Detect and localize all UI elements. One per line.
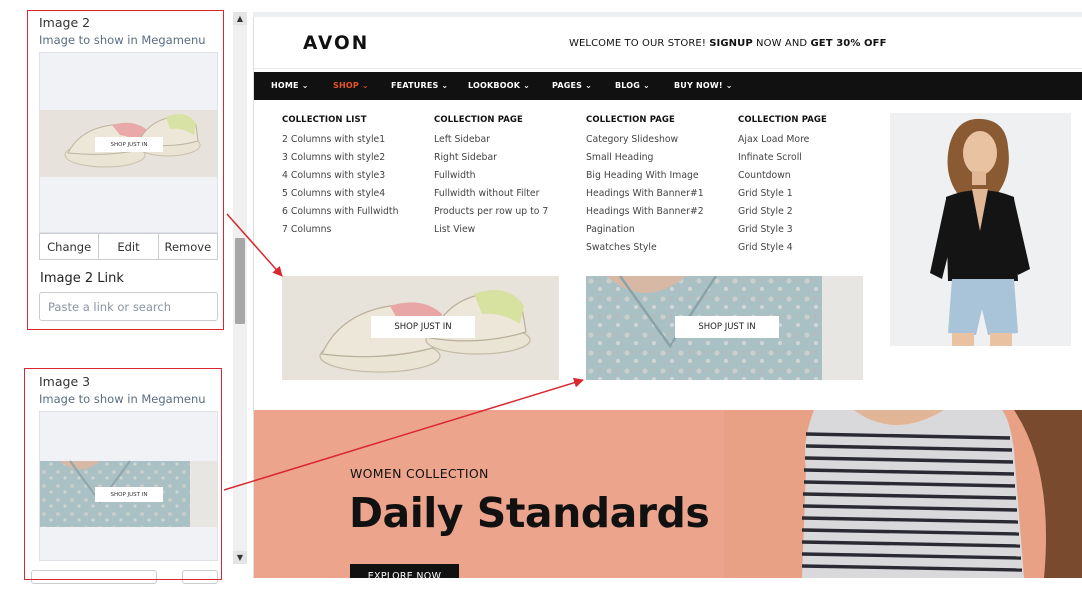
menu-link[interactable]: Products per row up to 7: [434, 206, 548, 224]
scroll-up-arrow-icon[interactable]: ▲: [233, 12, 247, 25]
edit-button[interactable]: Edit: [99, 234, 159, 259]
explore-now-button[interactable]: EXPLORE NOW: [350, 564, 459, 578]
main-nav: HOME ⌄ SHOP ⌄ FEATURES ⌄ LOOKBOOK ⌄ PAGE…: [254, 72, 1082, 100]
promo-sneakers[interactable]: SHOP JUST IN: [282, 276, 559, 380]
image2-thumbnail[interactable]: SHOP JUST IN: [39, 52, 218, 233]
welcome-text: WELCOME TO OUR STORE!: [569, 38, 710, 49]
welcome-banner: WELCOME TO OUR STORE! SIGNUP NOW AND GET…: [569, 38, 887, 49]
image2-link-input[interactable]: [39, 292, 218, 321]
image3-action-stub[interactable]: [31, 570, 157, 584]
nav-blog[interactable]: BLOG ⌄: [615, 81, 650, 90]
header-divider: [254, 68, 1082, 69]
column-title: COLLECTION PAGE: [738, 115, 827, 125]
image3-thumb-button: SHOP JUST IN: [110, 491, 148, 498]
column-title: COLLECTION PAGE: [586, 115, 675, 125]
nav-buy-now[interactable]: BUY NOW! ⌄: [674, 81, 733, 90]
scroll-thumb[interactable]: [235, 238, 245, 324]
menu-link[interactable]: Ajax Load More: [738, 134, 827, 152]
column-title: COLLECTION LIST: [282, 115, 367, 125]
signup-link[interactable]: SIGNUP: [709, 38, 753, 49]
nav-lookbook[interactable]: LOOKBOOK ⌄: [468, 81, 530, 90]
store-preview: AVON WELCOME TO OUR STORE! SIGNUP NOW AN…: [253, 17, 1082, 578]
image2-label: Image 2: [39, 15, 91, 30]
menu-link[interactable]: Left Sidebar: [434, 134, 548, 152]
megamenu-column-2: COLLECTION PAGE Left Sidebar Right Sideb…: [434, 115, 548, 242]
menu-link[interactable]: Fullwidth without Filter: [434, 188, 548, 206]
image2-thumb-button: SHOP JUST IN: [110, 141, 148, 148]
menu-link[interactable]: Category Slideshow: [586, 134, 704, 152]
image2-sublabel: Image to show in Megamenu: [39, 33, 206, 47]
nav-home[interactable]: HOME ⌄: [271, 81, 309, 90]
menu-link[interactable]: Fullwidth: [434, 170, 548, 188]
shop-just-in-button[interactable]: SHOP JUST IN: [371, 316, 475, 338]
scroll-down-arrow-icon[interactable]: ▼: [233, 551, 247, 564]
model-illustration: [890, 113, 1071, 346]
promo-floral[interactable]: SHOP JUST IN: [586, 276, 863, 380]
image3-sublabel: Image to show in Megamenu: [39, 392, 206, 406]
menu-link[interactable]: Pagination: [586, 224, 704, 242]
hero-banner: WOMEN COLLECTION Daily Standards EXPLORE…: [254, 410, 1082, 578]
menu-link[interactable]: 4 Columns with style3: [282, 170, 398, 188]
welcome-mid-text: NOW AND: [752, 38, 811, 49]
offer-text: GET 30% OFF: [810, 38, 887, 49]
menu-link[interactable]: Headings With Banner#2: [586, 206, 704, 224]
nav-pages[interactable]: PAGES ⌄: [552, 81, 592, 90]
menu-link[interactable]: Swatches Style: [586, 242, 704, 260]
menu-link[interactable]: 7 Columns: [282, 224, 398, 242]
store-logo[interactable]: AVON: [303, 33, 369, 54]
megamenu-column-4: COLLECTION PAGE Ajax Load More Infinate …: [738, 115, 827, 260]
panel-scrollbar[interactable]: ▲ ▼: [233, 12, 247, 564]
menu-link[interactable]: Grid Style 4: [738, 242, 827, 260]
menu-link[interactable]: 3 Columns with style2: [282, 152, 398, 170]
remove-button[interactable]: Remove: [159, 234, 217, 259]
menu-link[interactable]: Infinate Scroll: [738, 152, 827, 170]
column-title: COLLECTION PAGE: [434, 115, 523, 125]
menu-link[interactable]: Small Heading: [586, 152, 704, 170]
nav-shop[interactable]: SHOP ⌄: [333, 81, 369, 90]
megamenu-column-3: COLLECTION PAGE Category Slideshow Small…: [586, 115, 704, 260]
menu-link[interactable]: Right Sidebar: [434, 152, 548, 170]
nav-features[interactable]: FEATURES ⌄: [391, 81, 448, 90]
menu-link[interactable]: Headings With Banner#1: [586, 188, 704, 206]
image2-action-bar: Change Edit Remove: [39, 233, 218, 260]
shop-just-in-button[interactable]: SHOP JUST IN: [675, 316, 779, 338]
menu-link[interactable]: Grid Style 1: [738, 188, 827, 206]
menu-link[interactable]: Grid Style 2: [738, 206, 827, 224]
menu-link[interactable]: Countdown: [738, 170, 827, 188]
image3-thumbnail[interactable]: SHOP JUST IN: [39, 411, 218, 561]
menu-link[interactable]: 5 Columns with style4: [282, 188, 398, 206]
model-photo[interactable]: [890, 113, 1071, 346]
menu-link[interactable]: Big Heading With Image: [586, 170, 704, 188]
menu-link[interactable]: List View: [434, 224, 548, 242]
hero-kicker: WOMEN COLLECTION: [350, 466, 489, 481]
megamenu-settings-panel: Image 2 Image to show in Megamenu SHOP J…: [0, 0, 232, 589]
menu-link[interactable]: 2 Columns with style1: [282, 134, 398, 152]
image2-link-label: Image 2 Link: [40, 271, 124, 286]
menu-link[interactable]: 6 Columns with Fullwidth: [282, 206, 398, 224]
menu-link[interactable]: Grid Style 3: [738, 224, 827, 242]
change-button[interactable]: Change: [40, 234, 100, 259]
image3-action-stub-2[interactable]: [182, 570, 218, 584]
image3-label: Image 3: [39, 374, 91, 389]
hero-title: Daily Standards: [349, 489, 710, 537]
megamenu-column-1: COLLECTION LIST 2 Columns with style1 3 …: [282, 115, 398, 242]
